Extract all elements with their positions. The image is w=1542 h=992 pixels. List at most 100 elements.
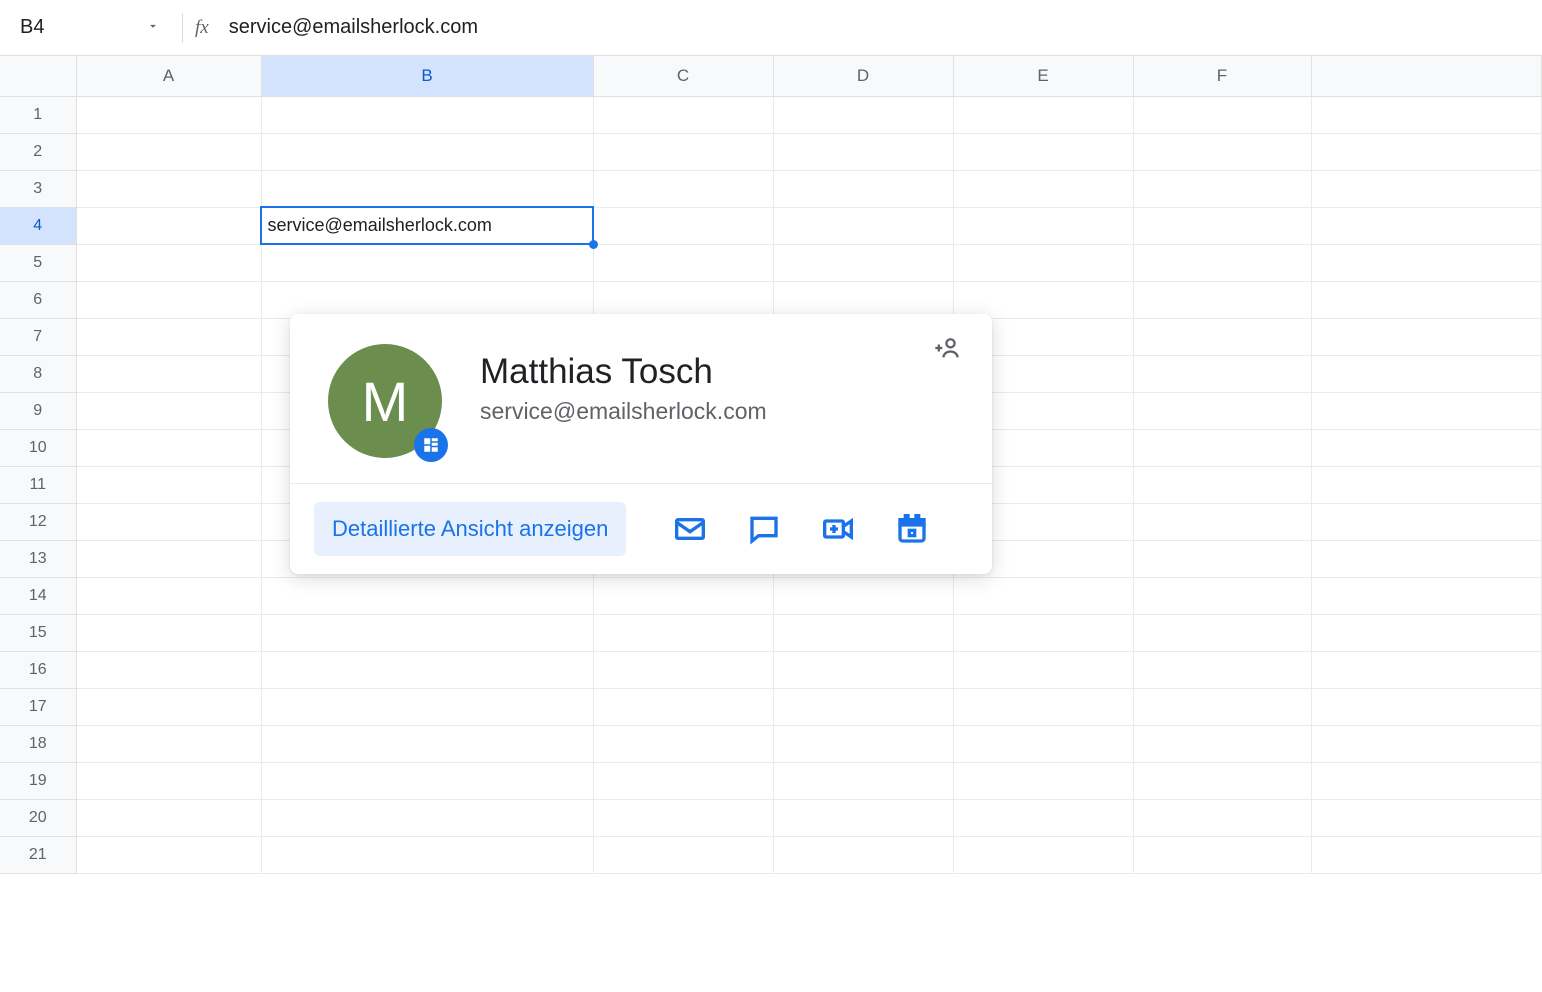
cell-A15[interactable] [76,614,261,651]
row-header-4[interactable]: 4 [0,207,76,244]
cell-E5[interactable] [953,244,1133,281]
cell-A10[interactable] [76,429,261,466]
cell-D17[interactable] [773,688,953,725]
cell-G12[interactable] [1311,503,1541,540]
cell-G13[interactable] [1311,540,1541,577]
cell-A18[interactable] [76,725,261,762]
cell-F11[interactable] [1133,466,1311,503]
cell-F19[interactable] [1133,762,1311,799]
cell-D2[interactable] [773,133,953,170]
cell-D14[interactable] [773,577,953,614]
cell-C19[interactable] [593,762,773,799]
cell-E1[interactable] [953,96,1133,133]
column-header-B[interactable]: B [261,56,593,96]
cell-D19[interactable] [773,762,953,799]
cell-A4[interactable] [76,207,261,244]
cell-A20[interactable] [76,799,261,836]
cell-G4[interactable] [1311,207,1541,244]
cell-G6[interactable] [1311,281,1541,318]
cell-G19[interactable] [1311,762,1541,799]
cell-F8[interactable] [1133,355,1311,392]
cell-G16[interactable] [1311,651,1541,688]
cell-G15[interactable] [1311,614,1541,651]
cell-D6[interactable] [773,281,953,318]
select-all-corner[interactable] [0,56,76,96]
cell-G8[interactable] [1311,355,1541,392]
cell-reference-dropdown[interactable]: B4 [10,10,170,46]
cell-C3[interactable] [593,170,773,207]
cell-F13[interactable] [1133,540,1311,577]
add-contact-button[interactable] [930,334,964,367]
row-header-20[interactable]: 20 [0,799,76,836]
cell-A6[interactable] [76,281,261,318]
row-header-1[interactable]: 1 [0,96,76,133]
cell-C21[interactable] [593,836,773,873]
row-header-15[interactable]: 15 [0,614,76,651]
cell-C16[interactable] [593,651,773,688]
column-header-C[interactable]: C [593,56,773,96]
cell-F15[interactable] [1133,614,1311,651]
cell-E4[interactable] [953,207,1133,244]
cell-G5[interactable] [1311,244,1541,281]
cell-F10[interactable] [1133,429,1311,466]
cell-D3[interactable] [773,170,953,207]
video-call-icon[interactable] [820,511,856,547]
cell-B4[interactable]: service@emailsherlock.com [261,207,593,244]
row-header-10[interactable]: 10 [0,429,76,466]
cell-C17[interactable] [593,688,773,725]
chat-icon[interactable] [746,511,782,547]
cell-B17[interactable] [261,688,593,725]
cell-D18[interactable] [773,725,953,762]
cell-G20[interactable] [1311,799,1541,836]
cell-F4[interactable] [1133,207,1311,244]
cell-A2[interactable] [76,133,261,170]
cell-G14[interactable] [1311,577,1541,614]
row-header-7[interactable]: 7 [0,318,76,355]
row-header-18[interactable]: 18 [0,725,76,762]
cell-C18[interactable] [593,725,773,762]
cell-B1[interactable] [261,96,593,133]
cell-E6[interactable] [953,281,1133,318]
cell-G3[interactable] [1311,170,1541,207]
cell-F1[interactable] [1133,96,1311,133]
cell-B3[interactable] [261,170,593,207]
cell-D16[interactable] [773,651,953,688]
row-header-19[interactable]: 19 [0,762,76,799]
cell-A9[interactable] [76,392,261,429]
cell-E19[interactable] [953,762,1133,799]
cell-F21[interactable] [1133,836,1311,873]
cell-A11[interactable] [76,466,261,503]
row-header-21[interactable]: 21 [0,836,76,873]
row-header-6[interactable]: 6 [0,281,76,318]
cell-A13[interactable] [76,540,261,577]
row-header-2[interactable]: 2 [0,133,76,170]
cell-D20[interactable] [773,799,953,836]
cell-F3[interactable] [1133,170,1311,207]
cell-F12[interactable] [1133,503,1311,540]
cell-F14[interactable] [1133,577,1311,614]
cell-C20[interactable] [593,799,773,836]
cell-G1[interactable] [1311,96,1541,133]
cell-F17[interactable] [1133,688,1311,725]
cell-G10[interactable] [1311,429,1541,466]
row-header-9[interactable]: 9 [0,392,76,429]
cell-B18[interactable] [261,725,593,762]
column-header[interactable] [1311,56,1541,96]
calendar-icon[interactable] [894,511,930,547]
cell-D21[interactable] [773,836,953,873]
cell-G17[interactable] [1311,688,1541,725]
cell-A21[interactable] [76,836,261,873]
cell-F18[interactable] [1133,725,1311,762]
cell-B21[interactable] [261,836,593,873]
cell-D4[interactable] [773,207,953,244]
fill-handle[interactable] [589,240,598,249]
cell-A5[interactable] [76,244,261,281]
cell-B19[interactable] [261,762,593,799]
cell-B6[interactable] [261,281,593,318]
cell-G18[interactable] [1311,725,1541,762]
cell-D1[interactable] [773,96,953,133]
cell-G7[interactable] [1311,318,1541,355]
cell-A12[interactable] [76,503,261,540]
cell-E14[interactable] [953,577,1133,614]
cell-E18[interactable] [953,725,1133,762]
